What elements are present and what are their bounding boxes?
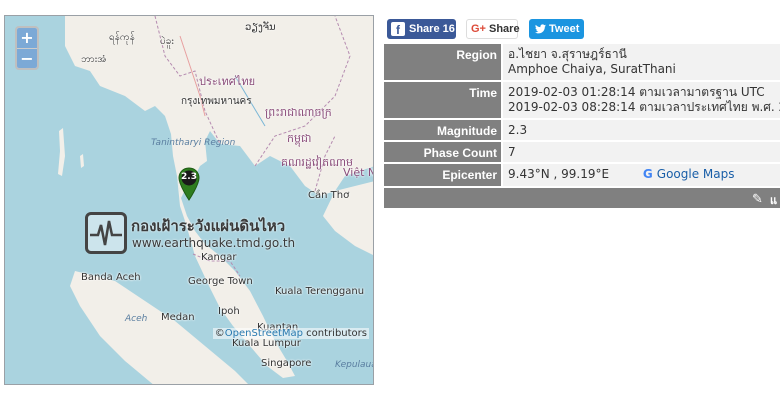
map-label-city: Kuala Terengganu [275,286,365,297]
twitter-bird-icon [535,19,546,41]
google-plus-icon: G+ [471,23,486,35]
map-attribution: ©OpenStreetMap contributors [212,328,369,339]
time-row: Time 2019-02-03 01:28:14 ตามเวลามาตรฐาน … [384,82,780,120]
google-plus-share-button[interactable]: G+ Share [466,19,520,39]
edit-icon[interactable]: ✎ [752,191,763,207]
magnitude-value: 2.3 [501,120,780,140]
time-utc: 2019-02-03 01:28:14 ตามเวลามาตรฐาน UTC [508,85,765,99]
google-maps-label: Google Maps [656,167,735,181]
map-label-city: Kuala Lumpur [232,338,301,349]
map-label-city: Singapore [261,358,312,369]
map-label-city: ဘားအံ [81,54,107,65]
attribution-suffix: contributors [303,328,367,339]
zoom-control: + − [15,26,39,70]
map-label-region: Aceh [125,314,148,324]
google-g-icon: G [642,167,653,181]
watermark-title: กองเฝ้าระวังแผ่นดินไหว [131,217,286,235]
map-label-city: กรุงเทพมหานคร [181,96,252,107]
region-row: Region อ.ไชยา จ.สุราษฎร์ธานี Amphoe Chai… [384,44,780,82]
map-label-city: ပဲခူး [160,36,174,47]
region-value: อ.ไชยา จ.สุราษฎร์ธานี Amphoe Chaiya, Sur… [501,44,780,80]
tweet-label: Tweet [549,23,580,35]
attribution-prefix: © [214,328,225,339]
region-thai: อ.ไชยา จ.สุราษฎร์ธานี [508,47,627,61]
tmd-watermark: กองเฝ้าระวังแผ่นดินไหว www.earthquake.tm… [85,212,300,258]
phase-count-value: 7 [501,142,780,162]
seismograph-icon [85,212,127,254]
map-label-city: Cần Thơ [308,190,350,201]
phase-count-row: Phase Count 7 [384,142,780,164]
epicenter-marker[interactable]: 2.3 [178,167,200,201]
map-label-city: Medan [161,312,195,323]
details-footer-bar: ✎ แ [384,188,780,208]
epicenter-label: Epicenter [384,164,501,186]
facebook-share-label: Share 16 [409,23,455,35]
map-label-country: កម្ពុជា [287,132,312,145]
map-label-city: Ipoh [218,306,240,317]
map-label-city: Banda Aceh [81,272,141,283]
footer-text[interactable]: แ [770,191,777,209]
epicenter-value: 9.43°N , 99.19°E G Google Maps [501,164,780,186]
google-maps-link[interactable]: G Google Maps [643,167,735,181]
map-label-region: Tanintharyi Region [151,138,236,148]
map-label-country: ประเทศไทย [199,75,256,88]
marker-magnitude-label: 2.3 [181,172,197,182]
map-label-city: ရန်ကုန် [109,32,135,43]
map-label-country: Việt Nam [343,166,373,179]
map-label-country: ព្រះរាជាណាចក្រ [265,106,332,119]
time-label: Time [384,82,501,118]
epicenter-row: Epicenter 9.43°N , 99.19°E G Google Maps [384,164,780,188]
facebook-icon: f [391,22,405,37]
facebook-share-button[interactable]: f Share 16 [387,19,456,39]
google-plus-share-label: Share [488,23,520,35]
magnitude-label: Magnitude [384,120,501,140]
time-local: 2019-02-03 08:28:14 ตามเวลาประเทศไทย พ.ศ… [508,100,780,114]
time-value: 2019-02-03 01:28:14 ตามเวลามาตรฐาน UTC 2… [501,82,780,118]
earthquake-details-table: Region อ.ไชยา จ.สุราษฎร์ธานี Amphoe Chai… [384,44,780,208]
epicenter-coordinates: 9.43°N , 99.19°E [508,167,610,181]
watermark-url: www.earthquake.tmd.go.th [132,236,296,250]
region-english: Amphoe Chaiya, SuratThani [508,62,676,76]
map-label-region: Kepulauan Riau [335,360,373,370]
earthquake-map[interactable]: ရန်ကုန် ဘားအံ ပဲခူး ວຽງຈັນ ประเทศไทย กรุ… [4,15,374,385]
zoom-in-button[interactable]: + [17,28,37,48]
map-label-city: George Town [188,276,253,287]
magnitude-row: Magnitude 2.3 [384,120,780,142]
region-label: Region [384,44,501,80]
twitter-tweet-button[interactable]: Tweet [529,19,584,39]
osm-link[interactable]: OpenStreetMap [225,328,303,339]
phase-count-label: Phase Count [384,142,501,162]
map-label-city: ວຽງຈັນ [245,22,276,33]
zoom-out-button[interactable]: − [17,48,37,68]
